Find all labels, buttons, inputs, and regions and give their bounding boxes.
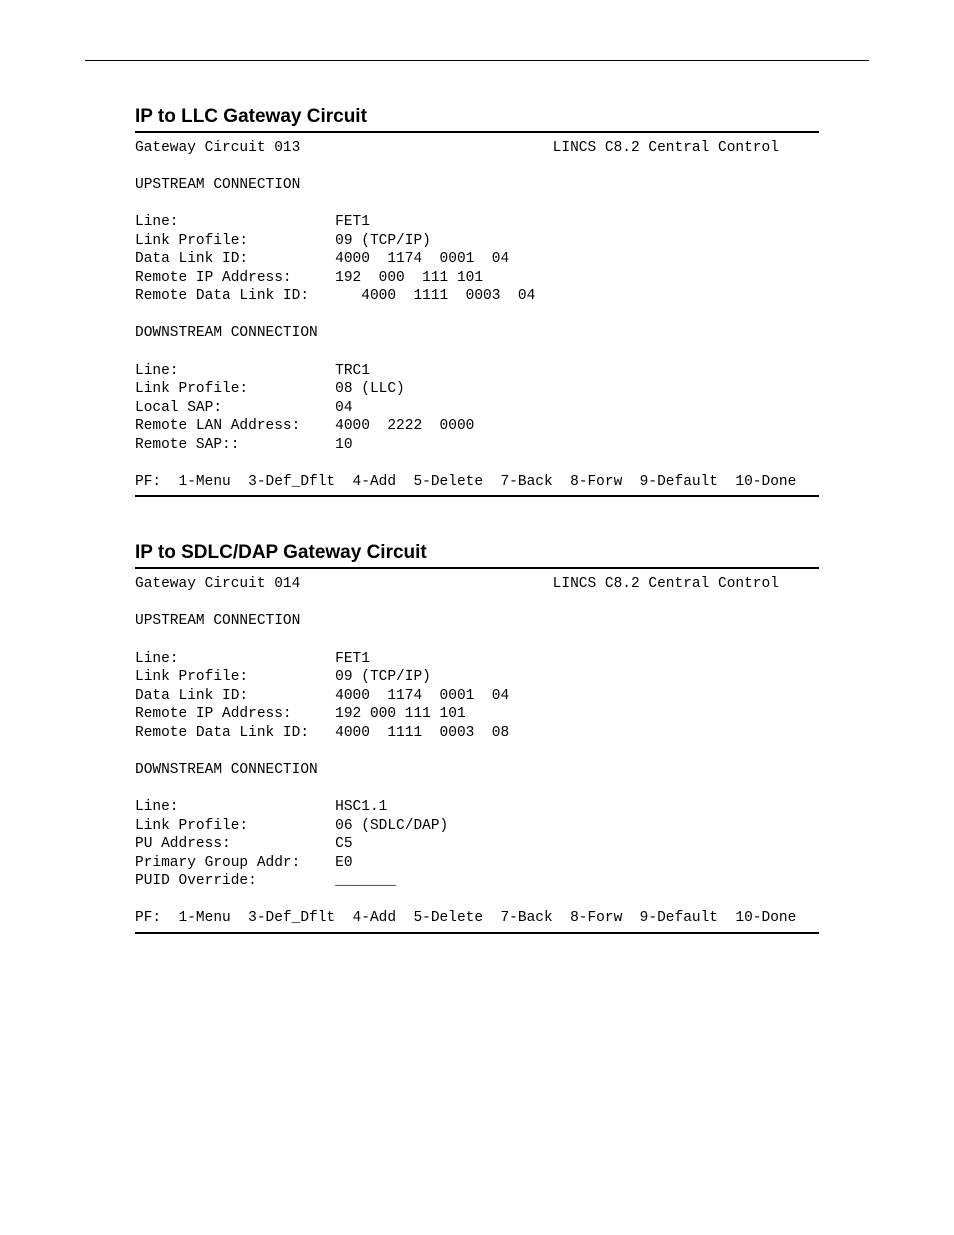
section-title-1: IP to LLC Gateway Circuit <box>135 106 819 128</box>
section-rule-bottom-2 <box>135 932 819 934</box>
section-rule-bottom-1 <box>135 495 819 497</box>
header-rule <box>85 60 869 61</box>
section-1: IP to LLC Gateway Circuit Gateway Circui… <box>135 106 819 497</box>
terminal-output-1: Gateway Circuit 013 LINCS C8.2 Central C… <box>135 139 819 491</box>
section-rule-top-1 <box>135 131 819 133</box>
section-rule-top-2 <box>135 567 819 569</box>
section-2: IP to SDLC/DAP Gateway Circuit Gateway C… <box>135 542 819 933</box>
section-title-2: IP to SDLC/DAP Gateway Circuit <box>135 542 819 564</box>
terminal-output-2: Gateway Circuit 014 LINCS C8.2 Central C… <box>135 575 819 927</box>
page: IP to LLC Gateway Circuit Gateway Circui… <box>0 0 954 1235</box>
